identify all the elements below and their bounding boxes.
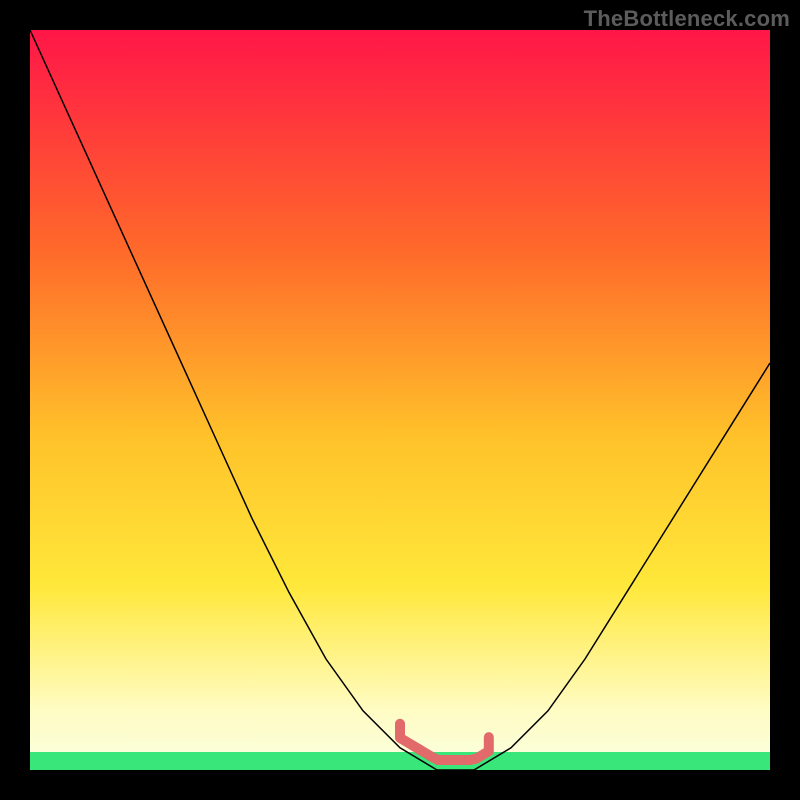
safe-band — [30, 752, 770, 770]
watermark-text: TheBottleneck.com — [584, 6, 790, 32]
plot-area — [30, 30, 770, 770]
plot-svg — [30, 30, 770, 770]
chart-root: { "watermark": "TheBottleneck.com", "col… — [0, 0, 800, 800]
gradient-background — [30, 30, 770, 770]
